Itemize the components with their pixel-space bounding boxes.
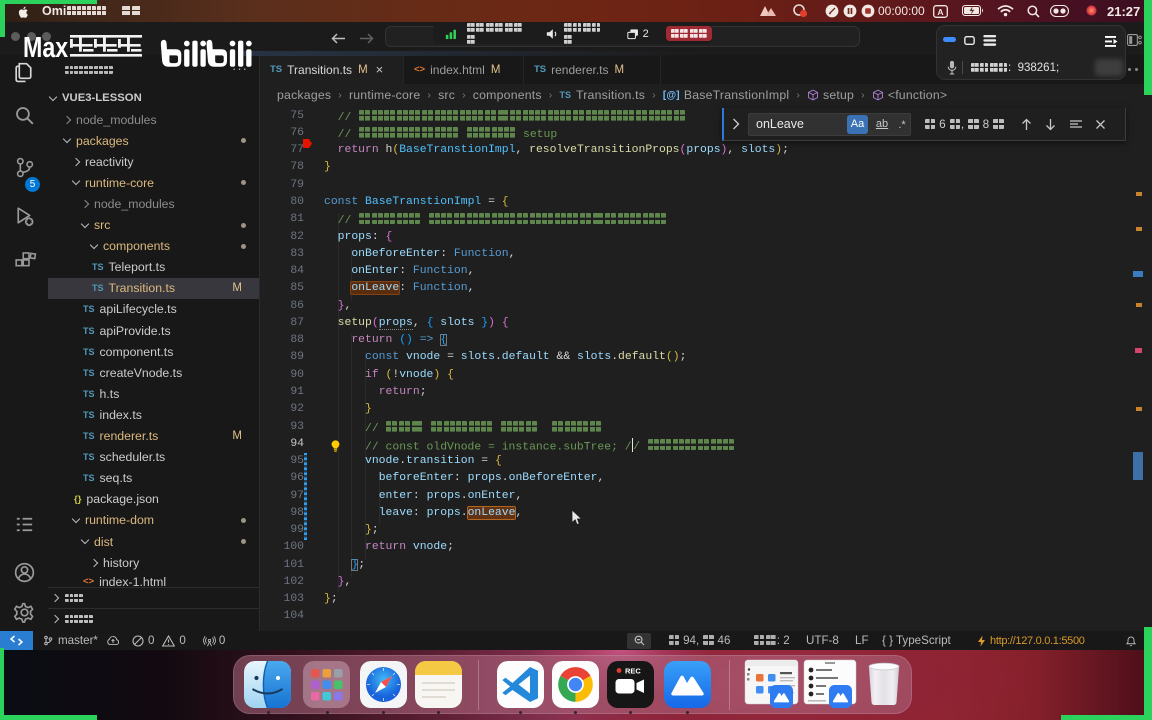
svg-text:A: A — [937, 6, 943, 16]
svg-text:REC: REC — [625, 667, 641, 676]
